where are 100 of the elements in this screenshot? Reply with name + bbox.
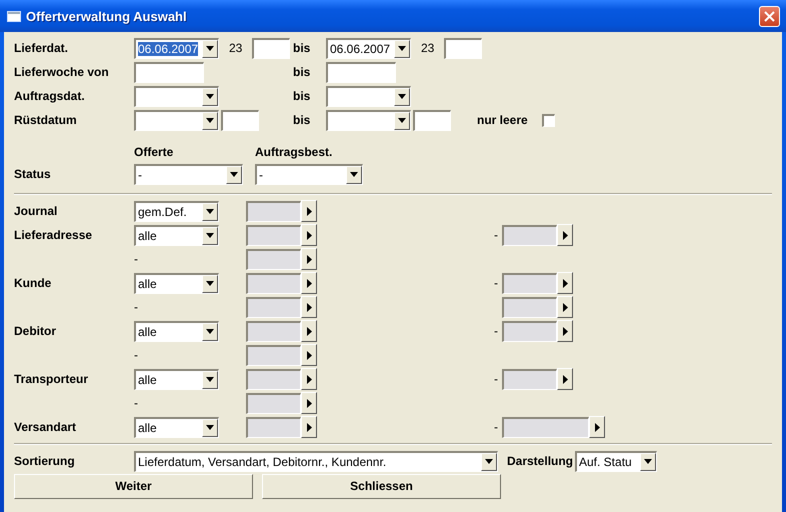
time-field[interactable]: [444, 38, 482, 58]
lookup-button[interactable]: [301, 200, 317, 222]
lookup-button[interactable]: [301, 416, 317, 438]
field-label: Journal: [14, 204, 58, 218]
close-button[interactable]: [759, 6, 780, 26]
caret-icon: [206, 46, 214, 51]
lookup-button[interactable]: [557, 368, 573, 390]
dropdown[interactable]: alle: [134, 320, 219, 342]
time-field[interactable]: [221, 110, 259, 130]
dropdown[interactable]: alle: [134, 368, 219, 390]
time-field[interactable]: [252, 38, 290, 58]
close-icon: [764, 10, 775, 22]
triangle-right-icon: [306, 254, 312, 264]
field-label: Kunde: [14, 276, 52, 290]
lookup-button[interactable]: [557, 272, 573, 294]
dropdown[interactable]: alle: [134, 416, 219, 438]
lookup-field[interactable]: [246, 416, 301, 438]
lookup-button[interactable]: [301, 368, 317, 390]
lookup-button[interactable]: [301, 344, 317, 366]
lookup-button[interactable]: [301, 224, 317, 246]
lookup-button[interactable]: [557, 224, 573, 246]
field-label: Debitor: [14, 324, 57, 338]
lookup-field[interactable]: [502, 224, 557, 246]
caret-icon: [398, 94, 406, 99]
dropdown[interactable]: Auf. Statu: [575, 450, 657, 472]
dropdown[interactable]: [326, 86, 411, 106]
caret-icon: [206, 94, 214, 99]
field-label: Auftragsdat.: [14, 89, 86, 103]
lookup-field[interactable]: [502, 272, 557, 294]
dash-label: -: [493, 420, 499, 434]
dash-label: -: [134, 300, 139, 314]
week-field[interactable]: [326, 62, 396, 82]
triangle-right-icon: [306, 326, 312, 336]
lookup-button[interactable]: [589, 416, 605, 438]
action-button[interactable]: Schliessen: [262, 474, 501, 498]
dropdown[interactable]: [134, 110, 219, 130]
caret-icon: [206, 377, 214, 382]
dropdown[interactable]: -: [255, 164, 363, 184]
lookup-field[interactable]: [246, 200, 301, 222]
action-button[interactable]: Weiter: [14, 474, 253, 498]
lookup-field[interactable]: [246, 320, 301, 342]
triangle-right-icon: [562, 278, 568, 288]
caret-icon: [206, 281, 214, 286]
dash-label: -: [493, 324, 499, 338]
checkbox-label: nur leere: [477, 113, 528, 127]
lookup-field[interactable]: [502, 296, 557, 318]
window-title: Offertverwaltung Auswahl: [26, 8, 188, 24]
lookup-field[interactable]: [502, 416, 589, 438]
dropdown[interactable]: alle: [134, 224, 219, 246]
lookup-field[interactable]: [246, 296, 301, 318]
range-label: bis: [293, 89, 312, 103]
range-label: bis: [293, 113, 312, 127]
dropdown[interactable]: [134, 86, 219, 106]
triangle-right-icon: [306, 302, 312, 312]
lookup-field[interactable]: [502, 368, 557, 390]
dropdown[interactable]: 06.06.2007: [134, 38, 219, 58]
field-label: Lieferadresse: [14, 228, 94, 242]
dash-label: -: [493, 372, 499, 386]
lookup-field[interactable]: [246, 392, 301, 414]
range-label: bis: [293, 41, 312, 55]
time-field[interactable]: [413, 110, 451, 130]
caret-icon: [644, 459, 652, 464]
lookup-button[interactable]: [301, 272, 317, 294]
dropdown[interactable]: [326, 110, 411, 130]
lookup-button[interactable]: [301, 392, 317, 414]
column-header: Offerte: [134, 145, 174, 159]
triangle-right-icon: [306, 278, 312, 288]
field-label: Rüstdatum: [14, 113, 78, 127]
lookup-button[interactable]: [557, 320, 573, 342]
triangle-right-icon: [562, 326, 568, 336]
caret-icon: [206, 425, 214, 430]
dash-label: -: [134, 252, 139, 266]
caret-icon: [206, 118, 214, 123]
dropdown[interactable]: 06.06.2007: [326, 38, 411, 58]
dropdown[interactable]: gem.Def.: [134, 200, 219, 222]
caret-icon: [398, 46, 406, 51]
dropdown[interactable]: Lieferdatum, Versandart, Debitornr., Kundennr.: [134, 450, 498, 472]
lookup-field[interactable]: [246, 368, 301, 390]
triangle-right-icon: [306, 374, 312, 384]
caret-icon: [206, 233, 214, 238]
triangle-right-icon: [306, 230, 312, 240]
lookup-field[interactable]: [246, 224, 301, 246]
lookup-field[interactable]: [502, 320, 557, 342]
checkbox[interactable]: [542, 114, 555, 126]
lookup-button[interactable]: [301, 320, 317, 342]
caret-icon: [485, 459, 493, 464]
lookup-button[interactable]: [301, 296, 317, 318]
dropdown[interactable]: alle: [134, 272, 219, 294]
hour-label: 23: [229, 41, 244, 55]
lookup-field[interactable]: [246, 344, 301, 366]
lookup-button[interactable]: [301, 248, 317, 270]
lookup-field[interactable]: [246, 248, 301, 270]
dash-label: -: [493, 228, 499, 242]
lookup-button[interactable]: [557, 296, 573, 318]
dropdown[interactable]: -: [134, 164, 243, 184]
lookup-field[interactable]: [246, 272, 301, 294]
dash-label: -: [134, 396, 139, 410]
week-field[interactable]: [134, 62, 204, 82]
field-label: Status: [14, 167, 52, 181]
column-header: Auftragsbest.: [255, 145, 334, 159]
